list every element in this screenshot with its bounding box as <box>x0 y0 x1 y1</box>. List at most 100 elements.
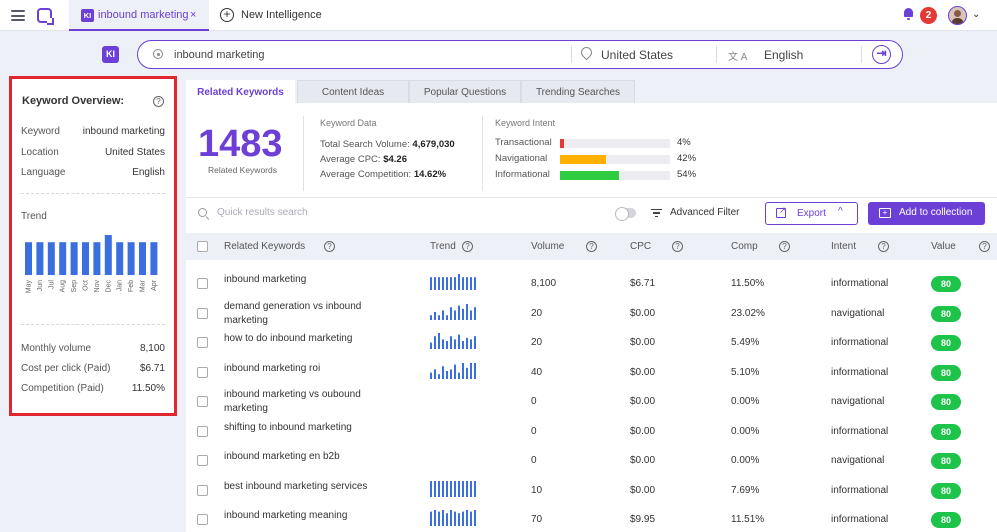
keyword-link[interactable]: shifting to inbound marketing <box>224 421 379 435</box>
column-value[interactable]: Value <box>931 241 956 252</box>
trend-bar-feb <box>127 242 135 275</box>
trend-month-label: Feb <box>128 280 135 292</box>
trend-month-label: Oct <box>83 280 90 291</box>
table-row[interactable]: shifting to inbound marketing 0 $0.00 0.00%… <box>186 416 997 446</box>
advanced-filter-toggle[interactable] <box>615 207 636 221</box>
row-checkbox[interactable] <box>197 278 208 289</box>
table-row[interactable]: inbound marketing vs oubound marketing 0 $… <box>186 386 997 416</box>
intent-bar-fill <box>560 171 620 180</box>
keyword-intelligence-badge: KI <box>81 9 94 22</box>
table-row[interactable]: demand generation vs inbound marketing 20… <box>186 298 997 328</box>
tab-inbound-marketing[interactable]: KI inbound marketing × <box>69 0 209 31</box>
sparkline-bar <box>462 341 464 349</box>
intent-label: Navigational <box>495 153 548 164</box>
bell-icon[interactable] <box>903 8 914 20</box>
keyword-link[interactable]: how to do inbound marketing <box>224 332 379 346</box>
keyword-input[interactable]: inbound marketing <box>174 49 265 61</box>
value-badge: 80 <box>931 365 961 381</box>
row-checkbox[interactable] <box>197 485 208 496</box>
new-intelligence-button[interactable]: New Intelligence <box>241 9 322 21</box>
chevron-down-icon[interactable]: ⌄ <box>972 9 980 20</box>
column-trend[interactable]: Trend <box>430 241 456 252</box>
sparkline-bar <box>474 307 476 320</box>
sparkline-bar <box>438 333 440 349</box>
avg-cpc-value: $4.26 <box>383 154 407 165</box>
row-checkbox[interactable] <box>197 367 208 378</box>
table-row[interactable]: inbound marketing 8,100 $6.71 11.50% informa… <box>186 268 997 298</box>
column-cpc[interactable]: CPC <box>630 241 651 252</box>
sparkline-bar <box>442 310 444 320</box>
export-button[interactable]: Export ^ <box>765 202 858 225</box>
sparkline-bar <box>474 363 476 379</box>
sparkline-bar <box>442 339 444 349</box>
trend-bar-jan <box>116 242 124 275</box>
table-row[interactable]: how to do inbound marketing 20 $0.00 5.49% i… <box>186 327 997 357</box>
submit-search-icon[interactable]: ⇥ <box>872 45 891 64</box>
sparkline-bar <box>470 363 472 379</box>
tab-content-ideas[interactable]: Content Ideas <box>297 80 409 104</box>
row-checkbox[interactable] <box>197 396 208 407</box>
filter-icon <box>651 209 662 217</box>
help-icon[interactable]: ? <box>878 241 889 252</box>
help-icon[interactable]: ? <box>324 241 335 252</box>
notification-count-badge[interactable]: 2 <box>920 7 937 24</box>
row-checkbox[interactable] <box>197 455 208 466</box>
keyword-link[interactable]: demand generation vs inbound marketing <box>224 300 379 328</box>
sparkline-bar <box>442 481 444 497</box>
table-row[interactable]: inbound marketing roi 40 $0.00 5.10% informa… <box>186 357 997 387</box>
row-checkbox[interactable] <box>197 426 208 437</box>
sparkline-bar <box>430 277 432 290</box>
app-logo[interactable] <box>37 8 54 25</box>
table-row[interactable]: inbound marketing en b2b 0 $0.00 0.00% navig… <box>186 445 997 475</box>
help-icon[interactable]: ? <box>153 96 164 107</box>
column-related-keywords[interactable]: Related Keywords <box>224 241 305 252</box>
trend-sparkline <box>430 392 480 408</box>
close-tab-icon[interactable]: × <box>190 9 196 21</box>
keyword-link[interactable]: inbound marketing roi <box>224 362 379 376</box>
tab-related-keywords[interactable]: Related Keywords <box>186 80 295 105</box>
sparkline-bar <box>466 510 468 526</box>
keyword-link[interactable]: inbound marketing vs oubound marketing <box>224 388 379 416</box>
add-to-collection-button[interactable]: + Add to collection <box>868 202 985 225</box>
select-all-checkbox[interactable] <box>197 241 208 252</box>
keyword-link[interactable]: inbound marketing en b2b <box>224 450 379 464</box>
tab-popular-questions[interactable]: Popular Questions <box>409 80 521 104</box>
language-label: Language <box>21 167 66 178</box>
sparkline-bar <box>446 277 448 290</box>
intent-cell: navigational <box>831 396 885 407</box>
advanced-filter-label[interactable]: Advanced Filter <box>670 207 739 218</box>
user-avatar[interactable] <box>948 6 967 25</box>
plus-circle-icon[interactable]: + <box>220 8 234 22</box>
sparkline-bar <box>474 481 476 497</box>
location-select[interactable]: United States <box>601 48 673 62</box>
row-checkbox[interactable] <box>197 308 208 319</box>
help-icon[interactable]: ? <box>462 241 473 252</box>
sparkline-bar <box>430 481 432 497</box>
intent-label: Transactional <box>495 137 552 148</box>
table-row[interactable]: inbound marketing meaning 70 $9.95 11.51% in… <box>186 504 997 532</box>
help-icon[interactable]: ? <box>586 241 597 252</box>
language-select[interactable]: English <box>764 48 803 62</box>
add-to-collection-label: Add to collection <box>899 207 973 218</box>
trend-label: Trend <box>21 211 47 222</box>
row-checkbox[interactable] <box>197 514 208 525</box>
intent-cell: informational <box>831 278 889 289</box>
menu-icon[interactable] <box>11 10 25 21</box>
column-comp[interactable]: Comp <box>731 241 758 252</box>
keyword-link[interactable]: inbound marketing <box>224 273 379 287</box>
keyword-link[interactable]: best inbound marketing services <box>224 480 379 494</box>
quick-results-search-input[interactable] <box>217 207 467 218</box>
help-icon[interactable]: ? <box>672 241 683 252</box>
tab-trending-searches[interactable]: Trending Searches <box>521 80 635 104</box>
cpc-cell: $0.00 <box>630 426 656 437</box>
column-volume[interactable]: Volume <box>531 241 564 252</box>
help-icon[interactable]: ? <box>979 241 990 252</box>
help-icon[interactable]: ? <box>779 241 790 252</box>
table-row[interactable]: best inbound marketing services 10 $0.00 7.… <box>186 475 997 505</box>
keyword-link[interactable]: inbound marketing meaning <box>224 509 379 523</box>
sparkline-bar <box>430 342 432 349</box>
column-intent[interactable]: Intent <box>831 241 856 252</box>
row-checkbox[interactable] <box>197 337 208 348</box>
location-pin-icon <box>581 47 590 59</box>
sparkline-bar <box>462 481 464 497</box>
